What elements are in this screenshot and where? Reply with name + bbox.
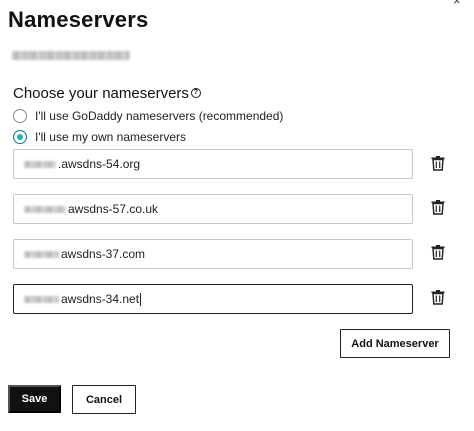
text-caret xyxy=(140,292,142,306)
cancel-button[interactable]: Cancel xyxy=(72,385,136,414)
close-icon[interactable]: × xyxy=(453,0,461,7)
domain-name-redacted xyxy=(12,51,130,60)
nameserver-choice-label: Choose your nameservers ? xyxy=(13,85,201,102)
trash-icon[interactable] xyxy=(431,289,445,305)
add-nameserver-button[interactable]: Add Nameserver xyxy=(340,329,450,358)
radio-label: I'll use GoDaddy nameservers (recommende… xyxy=(35,109,284,123)
redacted-prefix xyxy=(24,160,56,168)
page-title: Nameservers xyxy=(8,7,149,32)
nameserver-input-3[interactable]: awsdns-37.com xyxy=(13,239,413,269)
question-circle-icon[interactable]: ? xyxy=(190,87,201,98)
trash-icon[interactable] xyxy=(431,244,445,260)
radio-button[interactable] xyxy=(13,109,27,123)
save-button[interactable]: Save xyxy=(8,385,61,413)
trash-icon[interactable] xyxy=(431,199,445,215)
trash-icon[interactable] xyxy=(431,155,445,171)
radio-godaddy-nameservers[interactable]: I'll use GoDaddy nameservers (recommende… xyxy=(13,109,283,123)
redacted-prefix xyxy=(24,205,66,213)
nameserver-input-4[interactable]: awsdns-34.net xyxy=(13,284,413,314)
redacted-prefix xyxy=(24,250,59,258)
redacted-prefix xyxy=(24,295,59,303)
nameservers-dialog: × Nameservers Choose your nameservers ? … xyxy=(0,0,474,431)
radio-own-nameservers[interactable]: I'll use my own nameservers xyxy=(13,130,186,144)
nameserver-value: awsdns-57.co.uk xyxy=(68,202,159,216)
nameserver-input-1[interactable]: .awsdns-54.org xyxy=(13,149,413,179)
radio-button-selected[interactable] xyxy=(13,130,27,144)
nameserver-input-2[interactable]: awsdns-57.co.uk xyxy=(13,194,413,224)
nameserver-value: .awsdns-54.org xyxy=(58,157,141,171)
nameserver-value: awsdns-34.net xyxy=(61,292,140,306)
nameserver-value: awsdns-37.com xyxy=(61,247,146,261)
radio-label: I'll use my own nameservers xyxy=(35,130,187,144)
nameserver-choice-label-text: Choose your nameservers xyxy=(13,85,189,102)
